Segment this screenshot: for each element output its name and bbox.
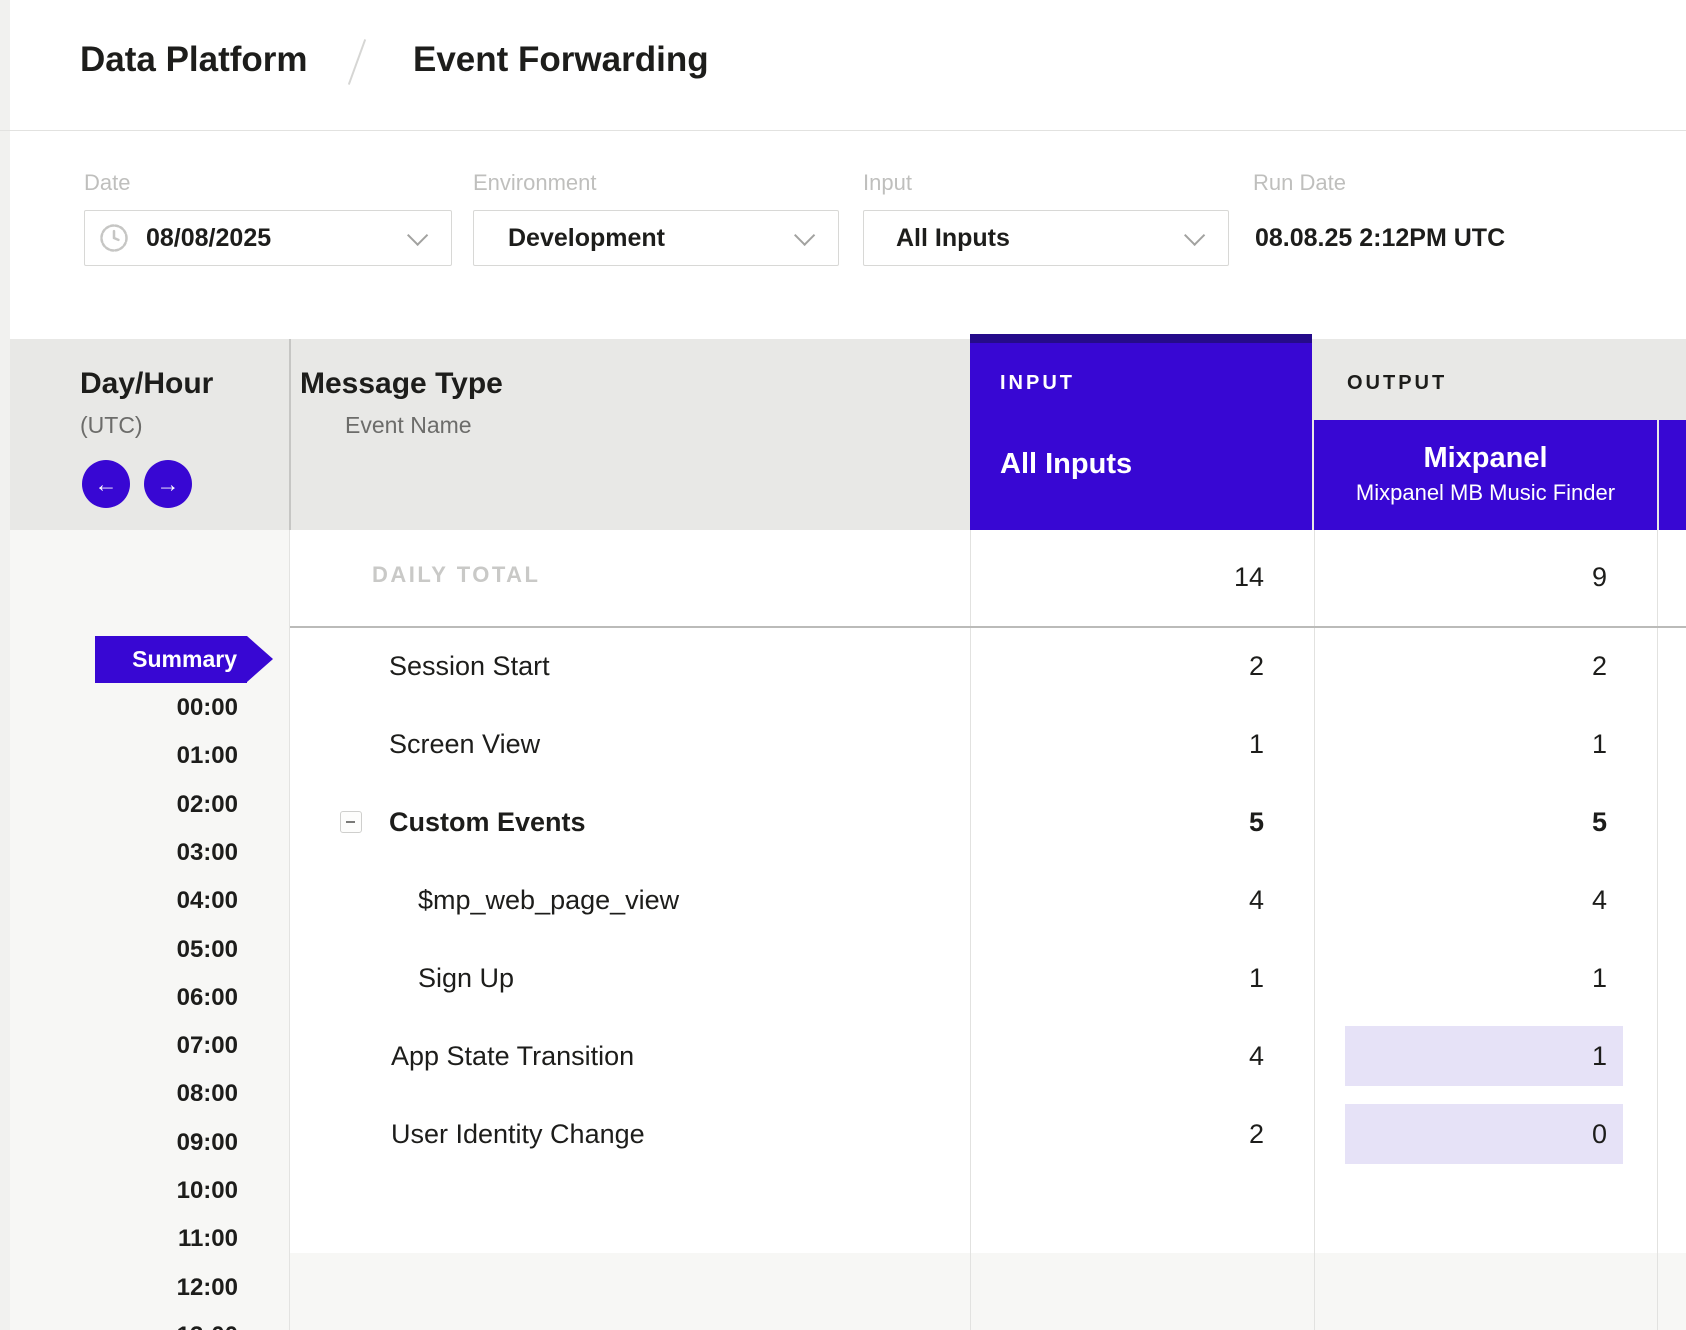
next-day-button[interactable]: → [144, 460, 192, 508]
event-forwarding-page: Data Platform Event Forwarding Date 08/0… [0, 0, 1686, 1330]
input-filter-value: All Inputs [896, 224, 1010, 253]
row-output-value: 1 [1357, 959, 1607, 997]
hour-row-11[interactable]: 11:00 [80, 1225, 238, 1253]
hour-row-12[interactable]: 12:00 [80, 1274, 238, 1302]
collapse-custom-events-button[interactable] [340, 811, 362, 833]
row-label-user-identity-change: User Identity Change [391, 1115, 645, 1153]
summary-row-selector[interactable]: Summary [95, 636, 247, 683]
input-filter-label: Input [863, 170, 912, 196]
hour-row-08[interactable]: 08:00 [80, 1080, 238, 1108]
hour-row-07[interactable]: 07:00 [80, 1032, 238, 1060]
environment-filter-label: Environment [473, 170, 597, 196]
row-input-value: 2 [1014, 647, 1264, 685]
row-input-value: 5 [1014, 803, 1264, 841]
page-left-gutter [0, 0, 10, 1330]
column-divider [1314, 530, 1315, 1330]
message-type-column-title: Message Type [300, 367, 503, 401]
input-section-label: INPUT [1000, 372, 1075, 395]
output-column-name: Mixpanel [1314, 442, 1657, 475]
hour-row-10[interactable]: 10:00 [80, 1177, 238, 1205]
row-label-sign-up: Sign Up [418, 959, 514, 997]
hour-row-06[interactable]: 06:00 [80, 984, 238, 1012]
breadcrumb-data-platform[interactable]: Data Platform [80, 40, 308, 80]
row-output-value: 5 [1357, 803, 1607, 841]
row-label-session-start: Session Start [389, 647, 550, 685]
day-hour-column-title: Day/Hour [80, 367, 213, 401]
header-divider [0, 130, 1686, 131]
row-label-screen-view: Screen View [389, 725, 540, 763]
output-section-label: OUTPUT [1347, 372, 1447, 395]
input-filter-dropdown[interactable]: All Inputs [863, 210, 1229, 266]
column-divider [970, 530, 971, 1330]
clock-icon [99, 223, 129, 253]
date-filter-value: 08/08/2025 [146, 224, 271, 253]
row-output-value: 0 [1357, 1115, 1607, 1153]
rail-divider [289, 339, 291, 530]
row-label-custom-events: Custom Events [389, 803, 586, 841]
matrix-footer-area [290, 1253, 1686, 1330]
row-label-mp-web-page-view: $mp_web_page_view [418, 881, 679, 919]
hour-row-01[interactable]: 01:00 [80, 742, 238, 770]
row-input-value: 1 [1014, 959, 1264, 997]
output-column-header-mixpanel[interactable]: Mixpanel Mixpanel MB Music Finder [1314, 420, 1657, 530]
input-column-header[interactable] [970, 334, 1312, 530]
row-output-value: 1 [1357, 1037, 1607, 1075]
chevron-down-icon [794, 225, 815, 246]
hour-row-04[interactable]: 04:00 [80, 887, 238, 915]
breadcrumb-separator-icon [348, 39, 366, 85]
hour-row-00[interactable]: 00:00 [80, 694, 238, 722]
row-output-value: 4 [1357, 881, 1607, 919]
hour-row-02[interactable]: 02:00 [80, 791, 238, 819]
row-input-value: 4 [1014, 1037, 1264, 1075]
date-filter-label: Date [84, 170, 130, 196]
row-label-app-state-transition: App State Transition [391, 1037, 634, 1075]
run-date-value: 08.08.25 2:12PM UTC [1255, 224, 1505, 253]
row-output-value: 2 [1357, 647, 1607, 685]
date-filter-dropdown[interactable]: 08/08/2025 [84, 210, 452, 266]
hour-row-09[interactable]: 09:00 [80, 1129, 238, 1157]
column-divider [1657, 530, 1658, 1330]
hour-row-03[interactable]: 03:00 [80, 839, 238, 867]
daily-total-divider [290, 626, 1686, 628]
hour-row-05[interactable]: 05:00 [80, 936, 238, 964]
output-column-header-partial [1659, 420, 1686, 530]
message-type-column-subtitle: Event Name [345, 412, 472, 439]
row-input-value: 4 [1014, 881, 1264, 919]
environment-filter-value: Development [508, 224, 665, 253]
day-hour-column-subtitle: (UTC) [80, 412, 143, 439]
row-output-value: 1 [1357, 725, 1607, 763]
environment-filter-dropdown[interactable]: Development [473, 210, 839, 266]
row-input-value: 2 [1014, 1115, 1264, 1153]
chevron-down-icon [1184, 225, 1205, 246]
output-connection-name: Mixpanel MB Music Finder [1314, 480, 1657, 506]
input-column-name: All Inputs [1000, 448, 1132, 481]
minus-icon [346, 821, 355, 823]
daily-total-output-value: 9 [1357, 558, 1607, 596]
chevron-down-icon [407, 225, 428, 246]
summary-label: Summary [95, 636, 237, 683]
run-date-label: Run Date [1253, 170, 1346, 196]
hour-row-13[interactable]: 13:00 [80, 1322, 238, 1330]
page-title: Event Forwarding [413, 40, 709, 80]
daily-total-input-value: 14 [1014, 558, 1264, 596]
column-divider [289, 530, 290, 1330]
summary-flag-arrow-icon [247, 636, 273, 682]
previous-day-button[interactable]: ← [82, 460, 130, 508]
daily-total-label: DAILY TOTAL [372, 562, 540, 588]
row-input-value: 1 [1014, 725, 1264, 763]
